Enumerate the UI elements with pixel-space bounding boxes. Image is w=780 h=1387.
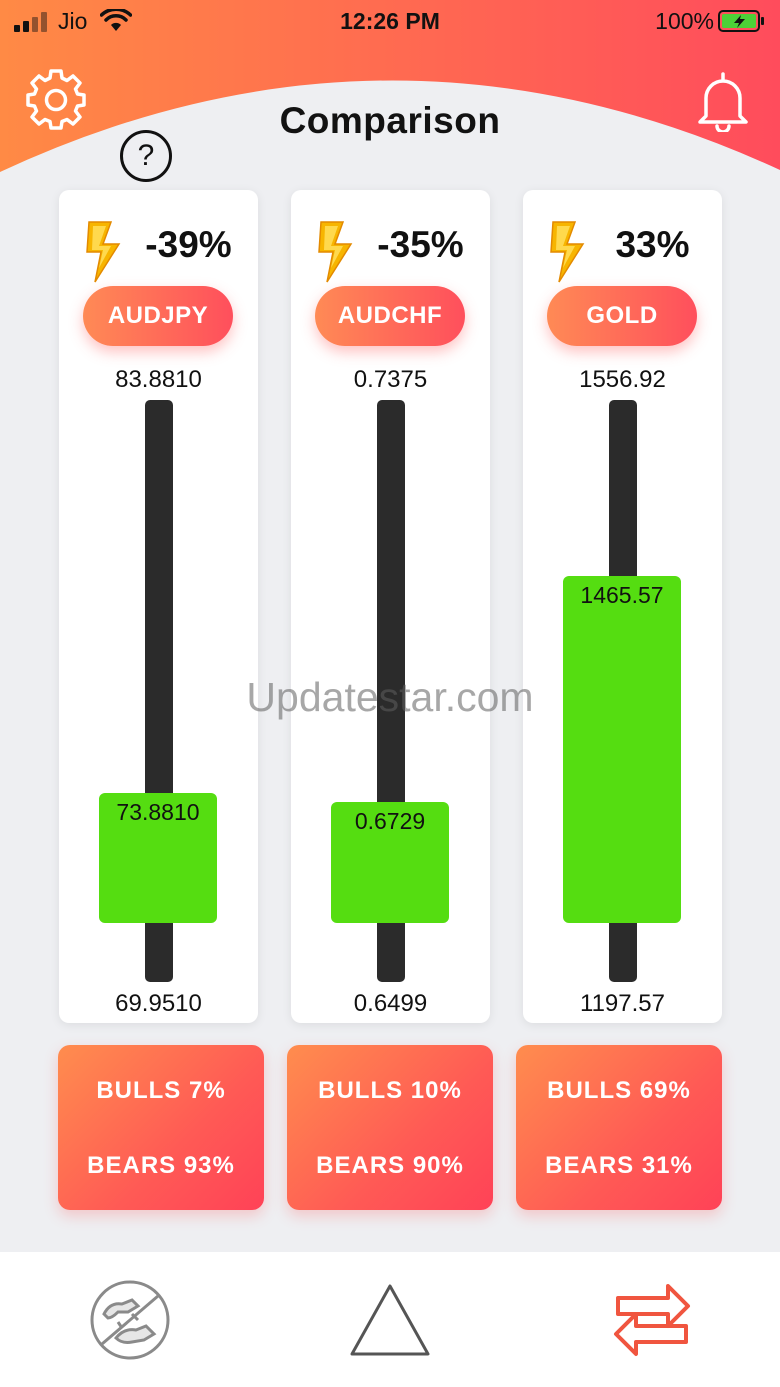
lightning-icon: [318, 221, 353, 283]
swap-arrows-icon: [614, 1284, 690, 1356]
battery-charging-icon: [718, 10, 764, 32]
lightning-icon: [86, 221, 121, 283]
help-button[interactable]: ?: [120, 130, 172, 182]
battery-percent: 100%: [655, 8, 714, 34]
current-value: 1465.57: [580, 582, 664, 608]
tab-comparison[interactable]: [610, 1278, 694, 1362]
current-value: 73.8810: [116, 799, 200, 825]
notifications-button[interactable]: [694, 70, 752, 134]
triangle-icon: [350, 1284, 430, 1356]
tab-bull-bear[interactable]: [88, 1278, 172, 1362]
sentiment-card-audchf: BULLS 10% BEARS 90%: [287, 1045, 493, 1210]
bears-percent: BEARS 90%: [316, 1152, 464, 1179]
bulls-percent: BULLS 7%: [96, 1077, 226, 1104]
bulls-percent: BULLS 10%: [318, 1077, 462, 1104]
low-value: 69.9510: [115, 990, 202, 1017]
current-value: 0.6729: [354, 808, 426, 834]
low-value: 0.6499: [353, 990, 428, 1017]
low-value: 1197.57: [580, 990, 665, 1017]
bell-icon: [698, 72, 748, 134]
change-percent: 33%: [615, 224, 690, 265]
tab-triangle[interactable]: [348, 1278, 432, 1362]
current-price-bar: 73.8810: [99, 793, 217, 923]
change-row: -35%: [291, 214, 490, 283]
change-percent: -39%: [145, 224, 232, 265]
instrument-card-gold: 33% GOLD 1556.92 1465.57 1197.57: [523, 190, 722, 1023]
current-price-bar: 0.6729: [331, 802, 449, 923]
bottom-tab-bar: [0, 1252, 780, 1387]
high-value: 0.7375: [353, 366, 428, 393]
symbol-button[interactable]: GOLD: [547, 286, 697, 346]
instrument-card-audchf: -35% AUDCHF 0.7375 0.6729 0.6499: [291, 190, 490, 1023]
current-price-bar: 1465.57: [563, 576, 681, 923]
change-row: 33%: [523, 214, 722, 283]
bears-percent: BEARS 93%: [87, 1152, 235, 1179]
sentiment-card-gold: BULLS 69% BEARS 31%: [516, 1045, 722, 1210]
lightning-icon: [550, 221, 585, 283]
symbol-button[interactable]: AUDJPY: [83, 286, 233, 346]
status-bar: Jio 12:26 PM 100%: [0, 0, 780, 44]
change-row: -39%: [59, 214, 258, 283]
high-value: 83.8810: [115, 366, 202, 393]
bull-bear-icon: [90, 1280, 170, 1360]
bulls-percent: BULLS 69%: [547, 1077, 691, 1104]
change-percent: -35%: [377, 224, 464, 265]
high-value: 1556.92: [579, 366, 666, 393]
sentiment-card-audjpy: BULLS 7% BEARS 93%: [58, 1045, 264, 1210]
page-title: Comparison: [279, 100, 501, 141]
instrument-card-audjpy: -39% AUDJPY 83.8810 73.8810 69.9510: [59, 190, 258, 1023]
symbol-button[interactable]: AUDCHF: [315, 286, 465, 346]
bears-percent: BEARS 31%: [545, 1152, 693, 1179]
